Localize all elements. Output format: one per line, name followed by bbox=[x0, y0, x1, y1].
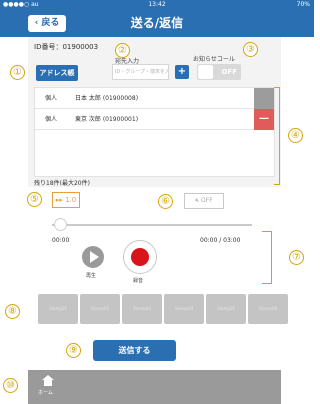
back-label: 戻る bbox=[41, 18, 60, 28]
recipient-type: 個人 bbox=[45, 95, 58, 102]
add-destination-button[interactable]: + bbox=[175, 65, 189, 79]
record-icon bbox=[131, 248, 149, 266]
elapsed-time: 00:00 bbox=[52, 237, 70, 244]
status-bar: ●●●●○ au 13:42 70% bbox=[0, 0, 314, 9]
stamp-button[interactable]: Stamp05 bbox=[206, 294, 246, 324]
remaining-count: 残り18件(最大20件) bbox=[34, 180, 90, 187]
speaker-mute-icon: 🔇︎ bbox=[195, 197, 200, 204]
home-icon[interactable] bbox=[42, 375, 54, 386]
notify-call-toggle[interactable]: OFF bbox=[197, 64, 241, 80]
battery-label: 70% bbox=[296, 1, 310, 8]
annotation-bracket bbox=[274, 87, 280, 185]
destination-input[interactable]: ID・グループ・端末を入力 bbox=[112, 64, 169, 80]
play-button[interactable] bbox=[82, 246, 104, 268]
address-book-button[interactable]: アドレス帳 bbox=[36, 65, 78, 81]
delete-recipient-button[interactable]: — bbox=[254, 109, 274, 130]
annotation-marker: ⑤ bbox=[27, 192, 42, 207]
stamp-button[interactable]: Stamp03 bbox=[122, 294, 162, 324]
stamp-button[interactable]: Stamp02 bbox=[80, 294, 120, 324]
annotation-marker: ⑧ bbox=[5, 304, 20, 319]
recipient-name: 東京 次郎 (01900001) bbox=[75, 116, 139, 123]
seek-thumb[interactable] bbox=[54, 218, 67, 231]
send-button[interactable]: 送信する bbox=[93, 340, 176, 361]
recipient-list: 個人 日本 太郎 (01900008) 個人 東京 次郎 (01900001) … bbox=[34, 87, 275, 177]
annotation-bracket bbox=[262, 231, 272, 284]
annotation-marker: ⑦ bbox=[289, 250, 304, 265]
annotation-marker: ① bbox=[10, 65, 25, 80]
tab-bar bbox=[28, 370, 281, 404]
play-label: 再生 bbox=[86, 273, 97, 279]
list-item[interactable]: 個人 東京 次郎 (01900001) — bbox=[35, 109, 274, 130]
annotation-marker: ③ bbox=[243, 42, 258, 57]
row-handle[interactable] bbox=[254, 88, 274, 109]
back-button[interactable]: ‹ 戻る bbox=[28, 15, 66, 32]
stamp-button[interactable]: Stamp04 bbox=[164, 294, 204, 324]
record-button[interactable] bbox=[123, 240, 157, 274]
annotation-marker: ② bbox=[115, 43, 130, 58]
record-label: 録音 bbox=[133, 278, 144, 284]
user-id-text: ID番号：01900003 bbox=[34, 43, 99, 51]
annotation-marker: ⑩ bbox=[3, 378, 18, 393]
mute-button[interactable]: 🔇︎ OFF bbox=[184, 193, 224, 209]
stamp-button[interactable]: Stamp06 bbox=[248, 294, 288, 324]
recipient-type: 個人 bbox=[45, 116, 58, 123]
clock-label: 13:42 bbox=[148, 1, 166, 8]
seek-track[interactable] bbox=[52, 224, 252, 226]
playback-speed-button[interactable]: ▸▸ 1.0 bbox=[52, 192, 80, 208]
toggle-state: OFF bbox=[221, 68, 237, 76]
home-tab-label[interactable]: ホーム bbox=[38, 389, 53, 396]
mute-state: OFF bbox=[201, 197, 213, 204]
recipient-name: 日本 太郎 (01900008) bbox=[75, 95, 139, 102]
annotation-marker: ⑥ bbox=[158, 194, 173, 209]
notify-call-label: お知らせコール bbox=[193, 56, 235, 63]
annotation-marker: ⑨ bbox=[66, 343, 81, 358]
stamp-button[interactable]: Stamp01 bbox=[38, 294, 78, 324]
list-item[interactable]: 個人 日本 太郎 (01900008) bbox=[35, 88, 274, 109]
nav-bar: 送る/返信 ‹ 戻る bbox=[0, 9, 314, 37]
total-time: 00:00 / 03:00 bbox=[200, 237, 241, 244]
annotation-marker: ④ bbox=[288, 128, 303, 143]
play-icon bbox=[90, 251, 99, 263]
toggle-knob bbox=[198, 65, 213, 79]
